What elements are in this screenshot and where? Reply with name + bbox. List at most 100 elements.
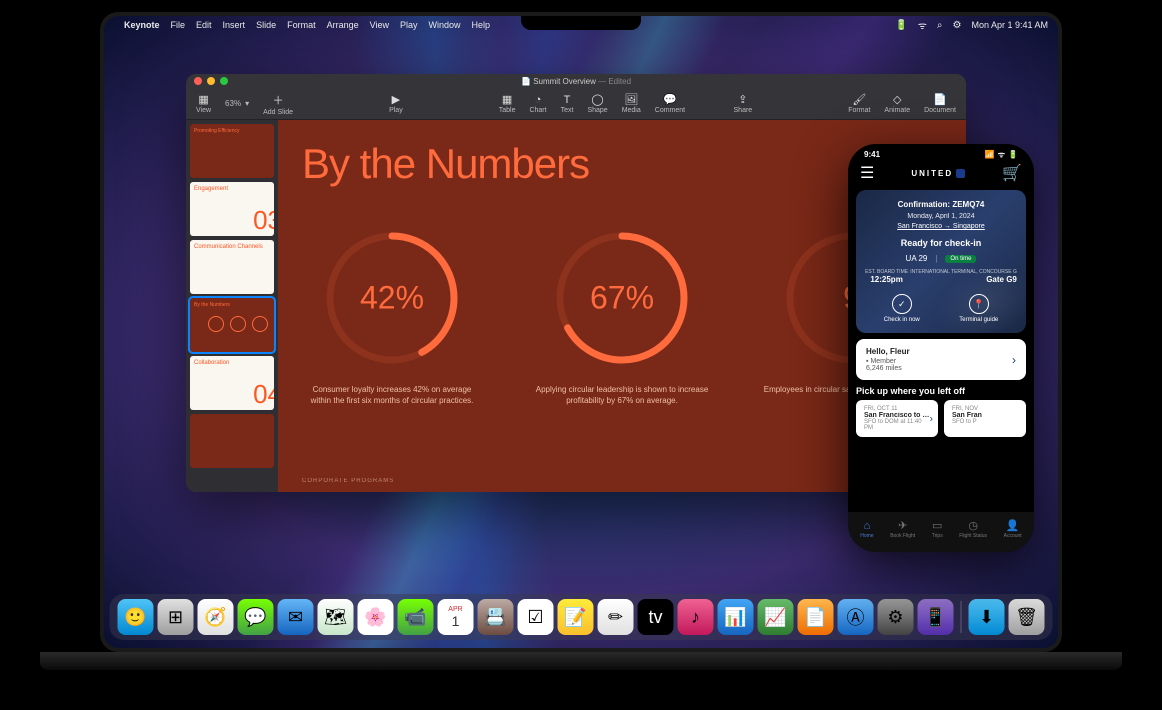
menu-edit[interactable]: Edit	[196, 20, 212, 30]
dock-music[interactable]: ♪	[678, 599, 714, 635]
donut-chart[interactable]: 67% Applying circular leadership is show…	[532, 228, 712, 406]
pin-icon: 📍	[969, 294, 989, 314]
wifi-icon[interactable]: ᯤ	[918, 18, 927, 32]
keynote-toolbar: ▦View 63%▾ ＋Add Slide ▶Play ▦Table ◔Char…	[186, 88, 966, 120]
menu-play[interactable]: Play	[400, 20, 418, 30]
dock-safari[interactable]: 🧭	[198, 599, 234, 635]
tab-trips[interactable]: ▭Trips	[932, 519, 943, 539]
format-button[interactable]: 🖌Format	[848, 93, 870, 114]
dock-photos[interactable]: 🌸	[358, 599, 394, 635]
minimize-button[interactable]	[207, 77, 215, 85]
dock-appstore[interactable]: Ⓐ	[838, 599, 874, 635]
check-icon: ✓	[892, 294, 912, 314]
dock-reminders[interactable]: ☑	[518, 599, 554, 635]
animate-button[interactable]: ◇Animate	[884, 93, 910, 114]
slide-footer: CORPORATE PROGRAMS	[302, 478, 394, 484]
slide-navigator[interactable]: Promoting EfficiencyEngagement03Communic…	[186, 120, 278, 492]
slide-thumb-10[interactable]: Collaboration04	[190, 356, 274, 410]
macos-dock: 🙂 ⊞ 🧭 💬 ✉ 🗺 🌸 📹 APR1 📇 ☑ 📝 ✏ tv ♪ 📊 📈 📄 …	[110, 594, 1053, 640]
menu-view[interactable]: View	[370, 20, 389, 30]
dock-notes[interactable]: 📝	[558, 599, 594, 635]
donut-caption: Consumer loyalty increases 42% on averag…	[302, 384, 482, 406]
fullscreen-button[interactable]	[220, 77, 228, 85]
menu-format[interactable]: Format	[287, 20, 316, 30]
dock-keynote[interactable]: 📊	[718, 599, 754, 635]
slide-thumb-9[interactable]: By the Numbers	[190, 298, 274, 352]
comment-button[interactable]: 💬Comment	[655, 93, 685, 114]
cart-icon[interactable]: 🛒	[1002, 163, 1022, 183]
document-button[interactable]: 📄Document	[924, 93, 956, 114]
dock-contacts[interactable]: 📇	[478, 599, 514, 635]
wifi-icon: ᯤ	[998, 149, 1005, 160]
close-button[interactable]	[194, 77, 202, 85]
tab-home[interactable]: ⌂Home	[860, 520, 873, 539]
status-badge: On time	[945, 255, 976, 263]
hamburger-icon[interactable]: ☰	[860, 163, 874, 183]
account-card[interactable]: Hello, Fleur ▪ Member 6,246 miles ›	[856, 339, 1026, 380]
shape-button[interactable]: ◯Shape	[587, 93, 607, 114]
dock-pages[interactable]: 📄	[798, 599, 834, 635]
slide-thumb-7[interactable]: Engagement03	[190, 182, 274, 236]
search-icon[interactable]: ⌕	[937, 20, 943, 31]
tab-flight-status[interactable]: ◷Flight Status	[959, 519, 987, 539]
menu-file[interactable]: File	[171, 20, 186, 30]
donut-caption: Applying circular leadership is shown to…	[532, 384, 712, 406]
menu-window[interactable]: Window	[429, 20, 461, 30]
trip-card[interactable]: FRI, NOVSan FranSFO to P	[944, 400, 1026, 437]
donut-chart[interactable]: 42% Consumer loyalty increases 42% on av…	[302, 228, 482, 406]
tab-bar: ⌂Home ✈Book Flight ▭Trips ◷Flight Status 👤Ac…	[848, 512, 1034, 552]
terminal-guide-button[interactable]: 📍Terminal guide	[959, 294, 998, 323]
dock-facetime[interactable]: 📹	[398, 599, 434, 635]
slide-title[interactable]: By the Numbers	[302, 140, 942, 188]
view-button[interactable]: ▦View	[196, 93, 211, 114]
flight-number: UA 29	[906, 254, 928, 263]
dock-finder[interactable]: 🙂	[118, 599, 154, 635]
play-button[interactable]: ▶Play	[389, 93, 403, 114]
section-heading: Pick up where you left off	[856, 386, 1026, 396]
menu-app-name[interactable]: Keynote	[124, 20, 160, 30]
tab-account[interactable]: 👤Account	[1004, 519, 1022, 539]
trip-card[interactable]: FRI, OCT 11San Francisco to DominicaSFO …	[856, 400, 938, 437]
slide-thumb-11[interactable]	[190, 414, 274, 468]
dock-trash[interactable]: 🗑	[1009, 599, 1045, 635]
table-button[interactable]: ▦Table	[499, 93, 516, 114]
chevron-right-icon: ›	[930, 413, 933, 424]
dock-launchpad[interactable]: ⊞	[158, 599, 194, 635]
boarding-card[interactable]: Confirmation: ZEMQ74 Monday, April 1, 20…	[856, 190, 1026, 333]
dock-settings[interactable]: ⚙	[878, 599, 914, 635]
laptop-notch	[521, 16, 641, 30]
slide-thumb-6[interactable]: Promoting Efficiency	[190, 124, 274, 178]
dock-maps[interactable]: 🗺	[318, 599, 354, 635]
add-slide-button[interactable]: ＋Add Slide	[263, 92, 293, 116]
dock-numbers[interactable]: 📈	[758, 599, 794, 635]
app-navbar: ☰ UNITED 🛒	[848, 162, 1034, 184]
battery-icon[interactable]: 🔋	[895, 20, 907, 31]
text-button[interactable]: TText	[561, 94, 574, 114]
tab-book-flight[interactable]: ✈Book Flight	[890, 519, 915, 539]
menu-help[interactable]: Help	[472, 20, 491, 30]
share-button[interactable]: ⇪Share	[734, 93, 753, 114]
control-center-icon[interactable]: ⚙	[952, 20, 961, 31]
media-button[interactable]: 🖼Media	[622, 93, 641, 114]
dock-mail[interactable]: ✉	[278, 599, 314, 635]
menu-slide[interactable]: Slide	[256, 20, 276, 30]
iphone-mirror-window[interactable]: 9:41 📶ᯤ🔋 ☰ UNITED 🛒 Confirmation: ZEMQ74…	[848, 144, 1034, 552]
dock-tv[interactable]: tv	[638, 599, 674, 635]
slide-thumb-8[interactable]: Communication Channels	[190, 240, 274, 294]
menu-arrange[interactable]: Arrange	[327, 20, 359, 30]
checkin-button[interactable]: ✓Check in now	[884, 294, 920, 323]
signal-icon: 📶	[985, 150, 995, 159]
menu-insert[interactable]: Insert	[223, 20, 246, 30]
dock-downloads[interactable]: ⬇	[969, 599, 1005, 635]
dock-calendar[interactable]: APR1	[438, 599, 474, 635]
chevron-right-icon: ›	[1012, 353, 1016, 367]
zoom-dropdown[interactable]: 63%▾	[225, 99, 249, 108]
dock-messages[interactable]: 💬	[238, 599, 274, 635]
dock-freeform[interactable]: ✏	[598, 599, 634, 635]
iphone-statusbar: 9:41 📶ᯤ🔋	[848, 144, 1034, 162]
dock-iphone-mirror[interactable]: 📱	[918, 599, 954, 635]
chart-button[interactable]: ◔Chart	[529, 94, 546, 114]
battery-icon: 🔋	[1008, 150, 1018, 159]
united-logo: UNITED	[911, 169, 965, 178]
menubar-clock[interactable]: Mon Apr 1 9:41 AM	[971, 20, 1048, 30]
